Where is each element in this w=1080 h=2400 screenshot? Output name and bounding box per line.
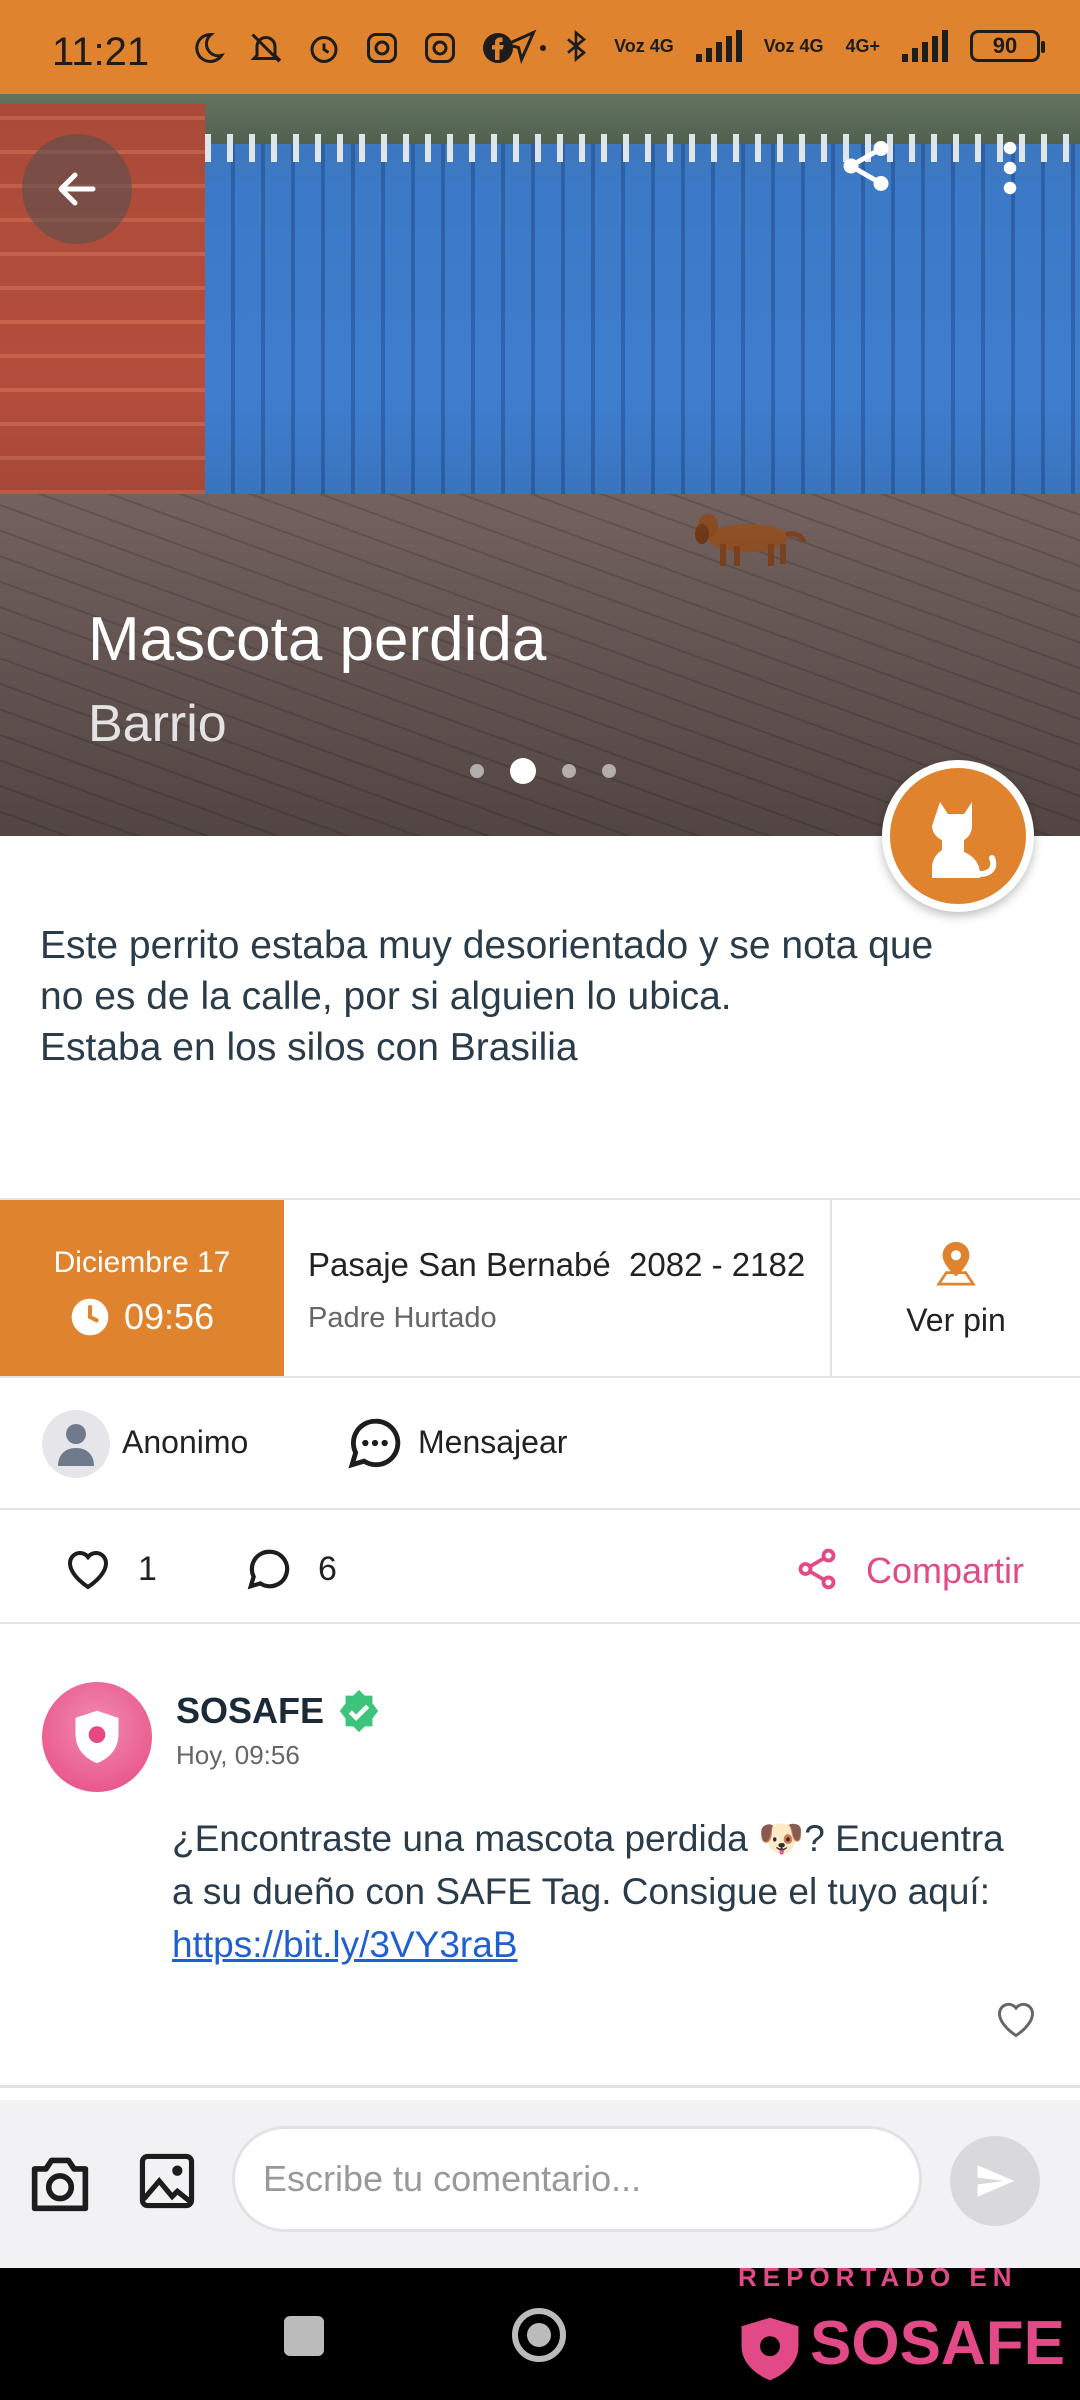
dog-icon <box>932 802 997 878</box>
reporter-name[interactable]: Anonimo <box>122 1424 248 1461</box>
share-icon[interactable] <box>794 1546 840 1592</box>
view-pin-button[interactable]: Ver pin <box>832 1200 1080 1376</box>
send-icon <box>977 2165 1015 2197</box>
chat-bubble-icon[interactable] <box>346 1414 404 1472</box>
report-date: Diciembre 17 <box>53 1246 231 1279</box>
watermark-label: REPORTADO EN <box>738 2262 1018 2292</box>
report-address: Pasaje San Bernabé 2082 - 2182 Padre Hur… <box>284 1200 832 1376</box>
comment-link[interactable]: https://bit.ly/3VY3raB <box>172 1924 518 1965</box>
comment-item: SOSAFE Hoy, 09:56 ¿Encontraste una masco… <box>0 1626 1080 2088</box>
avatar[interactable] <box>42 1682 152 1792</box>
comment-text: ¿Encontraste una mascota perdida 🐶? Encu… <box>172 1818 1004 1965</box>
heart-icon[interactable] <box>64 1546 112 1592</box>
mute-bell-icon <box>248 30 284 66</box>
network-label-1: Voz 4G <box>614 36 674 56</box>
comment-input[interactable]: Escribe tu comentario... <box>232 2126 922 2232</box>
alarm-icon <box>306 30 342 66</box>
network-label-3: 4G+ <box>845 36 880 56</box>
back-arrow-icon <box>58 172 96 206</box>
heart-icon[interactable] <box>994 1998 1038 2040</box>
status-bar: 11:21 Voz 4G Voz 4G 4G+ 90 <box>0 0 1080 94</box>
moon-icon <box>190 30 226 66</box>
instagram-icon <box>364 30 400 66</box>
report-info-row: Diciembre 17 09:56 Pasaje San Bernabé 20… <box>0 1198 1080 1378</box>
address-commune: Padre Hurtado <box>308 1302 497 1334</box>
person-icon <box>58 1424 94 1466</box>
battery-indicator: 90 <box>970 30 1045 62</box>
network-label-2: Voz 4G <box>763 36 824 56</box>
message-button[interactable]: Mensajear <box>418 1424 567 1461</box>
reporter-row: Anonimo Mensajear <box>0 1378 1080 1510</box>
likes-count: 1 <box>138 1550 157 1588</box>
watermark-brand: SOSAFE <box>810 2309 1065 2378</box>
comment-time: Hoy, 09:56 <box>176 1740 300 1770</box>
share-icon[interactable] <box>836 136 896 196</box>
report-datetime: Diciembre 17 09:56 <box>0 1200 284 1376</box>
report-time: 09:56 <box>124 1296 215 1337</box>
instagram-icon <box>422 30 458 66</box>
sosafe-shield-icon <box>741 2317 799 2381</box>
comment-icon[interactable] <box>246 1546 292 1592</box>
comments-count: 6 <box>318 1550 337 1588</box>
category-badge <box>882 760 1034 912</box>
verified-icon <box>339 1689 379 1733</box>
report-category: Barrio <box>88 695 227 753</box>
signal-bars-icon <box>902 30 948 62</box>
carousel-dot[interactable] <box>510 758 536 784</box>
recent-apps-button[interactable] <box>284 2316 324 2356</box>
carousel-dot[interactable] <box>602 764 616 778</box>
carousel-dot[interactable] <box>470 764 484 778</box>
send-button[interactable] <box>950 2136 1040 2226</box>
signal-bars-icon <box>695 30 742 62</box>
location-arrow-icon <box>502 29 537 64</box>
share-button[interactable]: Compartir <box>866 1550 1024 1592</box>
address-street: Pasaje San Bernabé 2082 - 2182 <box>308 1246 806 1283</box>
status-notification-icons <box>190 30 548 66</box>
comment-composer: Escribe tu comentario... <box>0 2100 1080 2268</box>
image-icon[interactable] <box>136 2150 198 2212</box>
back-button[interactable] <box>22 134 132 244</box>
location-pin-icon <box>936 1241 976 1286</box>
report-description: Este perrito estaba muy desorientado y s… <box>40 924 934 1069</box>
engagement-row: 1 6 Compartir <box>0 1510 1080 1624</box>
status-system-icons: Voz 4G Voz 4G 4G+ 90 <box>502 28 1045 64</box>
clock-icon <box>71 1298 109 1336</box>
comment-author[interactable]: SOSAFE <box>176 1690 324 1732</box>
sosafe-shield-icon <box>75 1710 119 1764</box>
home-button[interactable] <box>512 2308 566 2362</box>
camera-icon[interactable] <box>26 2152 94 2214</box>
bluetooth-icon <box>567 29 587 63</box>
carousel-dot[interactable] <box>562 764 576 778</box>
status-time: 11:21 <box>52 30 150 74</box>
hero-photo[interactable]: Mascota perdida Barrio <box>0 94 1080 836</box>
avatar[interactable] <box>42 1410 110 1478</box>
more-vert-icon[interactable] <box>990 138 1030 198</box>
view-pin-label: Ver pin <box>906 1302 1006 1338</box>
report-title: Mascota perdida <box>88 605 547 674</box>
carousel-dots[interactable] <box>470 758 616 784</box>
